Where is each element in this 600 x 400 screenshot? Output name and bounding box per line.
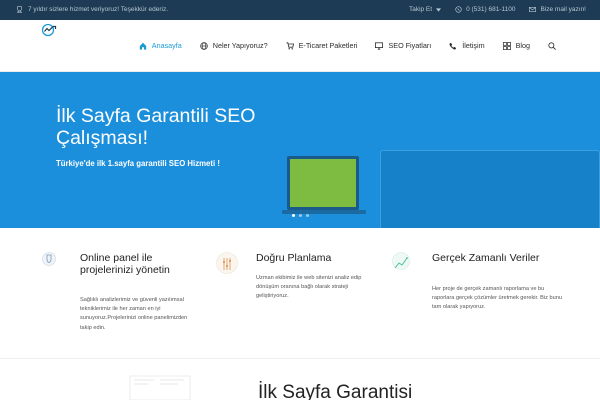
nav-label: E-Ticaret Paketleri	[298, 41, 358, 50]
device-illustration	[129, 375, 191, 400]
nav-item-iletisim[interactable]: İletişim	[449, 41, 485, 50]
grid-icon	[502, 41, 511, 50]
header: Anasayfa Neler Yapıyoruz? E-Ticaret Pake…	[0, 20, 600, 72]
shield-icon	[42, 252, 56, 266]
sliders-icon	[216, 252, 238, 274]
hero-title: İlk Sayfa Garantili SEO Çalışması!	[56, 105, 256, 149]
main-nav: Anasayfa Neler Yapıyoruz? E-Ticaret Pake…	[139, 41, 556, 50]
home-icon	[139, 42, 146, 50]
cart-icon	[286, 41, 294, 50]
nav-label: Blog	[515, 41, 530, 50]
top-bar-message-text: 7 yıldır sizlere hizmet veriyoruz! Teşek…	[28, 6, 169, 13]
nav-item-seo-fiyatlari[interactable]: SEO Fiyatları	[375, 41, 431, 50]
logo[interactable]	[40, 23, 62, 37]
phone-number: 0 (531) 681-1100	[466, 6, 516, 13]
slider-dot[interactable]	[306, 214, 309, 217]
trophy-icon	[17, 6, 22, 13]
nav-item-blog[interactable]: Blog	[502, 41, 530, 50]
nav-item-anasayfa[interactable]: Anasayfa	[139, 41, 182, 50]
feature-text: Her proje de gerçek zamanlı raporlama ve…	[432, 286, 562, 311]
slider-dots	[292, 214, 309, 217]
search-button[interactable]	[548, 41, 556, 50]
caret-down-icon	[436, 7, 442, 12]
phone-icon	[455, 6, 462, 13]
mail-label: Bize mail yazın!	[540, 6, 586, 13]
nav-label: İletişim	[462, 41, 485, 50]
phone-icon	[449, 42, 457, 50]
nav-item-neler-yapiyoruz[interactable]: Neler Yapıyoruz?	[200, 41, 268, 50]
nav-item-e-ticaret[interactable]: E-Ticaret Paketleri	[286, 41, 358, 50]
follow-label: Takip Et	[408, 6, 433, 13]
section-divider	[0, 358, 600, 359]
globe-icon	[200, 41, 208, 50]
nav-label: Neler Yapıyoruz?	[212, 41, 268, 50]
hero-slider: İlk Sayfa Garantili SEO Çalışması! Türki…	[0, 72, 600, 228]
nav-label: SEO Fiyatları	[388, 41, 432, 50]
page: 7 yıldır sizlere hizmet veriyoruz! Teşek…	[0, 0, 600, 400]
laptop-illustration	[287, 156, 359, 210]
monitor-illustration	[380, 150, 600, 228]
hero-subtitle: Türkiye'de ilk 1.sayfa garantili SEO Hiz…	[56, 159, 220, 168]
envelope-icon	[529, 7, 537, 12]
monitor-icon	[375, 41, 384, 50]
search-icon	[548, 41, 556, 50]
slider-dot[interactable]	[292, 214, 295, 217]
features-section: Online panel ile projelerinizi yönetin S…	[0, 228, 600, 358]
feature-title: Gerçek Zamanlı Veriler	[432, 252, 540, 264]
feature-title: Doğru Planlama	[256, 252, 332, 264]
line-chart-icon	[392, 252, 410, 270]
phone-link[interactable]: 0 (531) 681-1100	[455, 6, 515, 13]
top-bar: 7 yıldır sizlere hizmet veriyoruz! Teşek…	[0, 0, 600, 20]
slider-dot[interactable]	[299, 214, 302, 217]
nav-label: Anasayfa	[151, 41, 182, 50]
feature-text: Uzman ekibimiz ile web sitenizi analiz e…	[256, 275, 362, 300]
feature-text: Sağlıklı analizlerimiz ve güvenli yazılı…	[80, 297, 188, 331]
follow-dropdown[interactable]: Takip Et	[408, 6, 442, 13]
section-title: İlk Sayfa Garantisi	[258, 382, 413, 400]
top-bar-message: 7 yıldır sizlere hizmet veriyoruz! Teşek…	[16, 6, 168, 13]
mail-link[interactable]: Bize mail yazın!	[529, 6, 586, 13]
feature-title: Online panel ile projelerinizi yönetin	[80, 252, 170, 276]
